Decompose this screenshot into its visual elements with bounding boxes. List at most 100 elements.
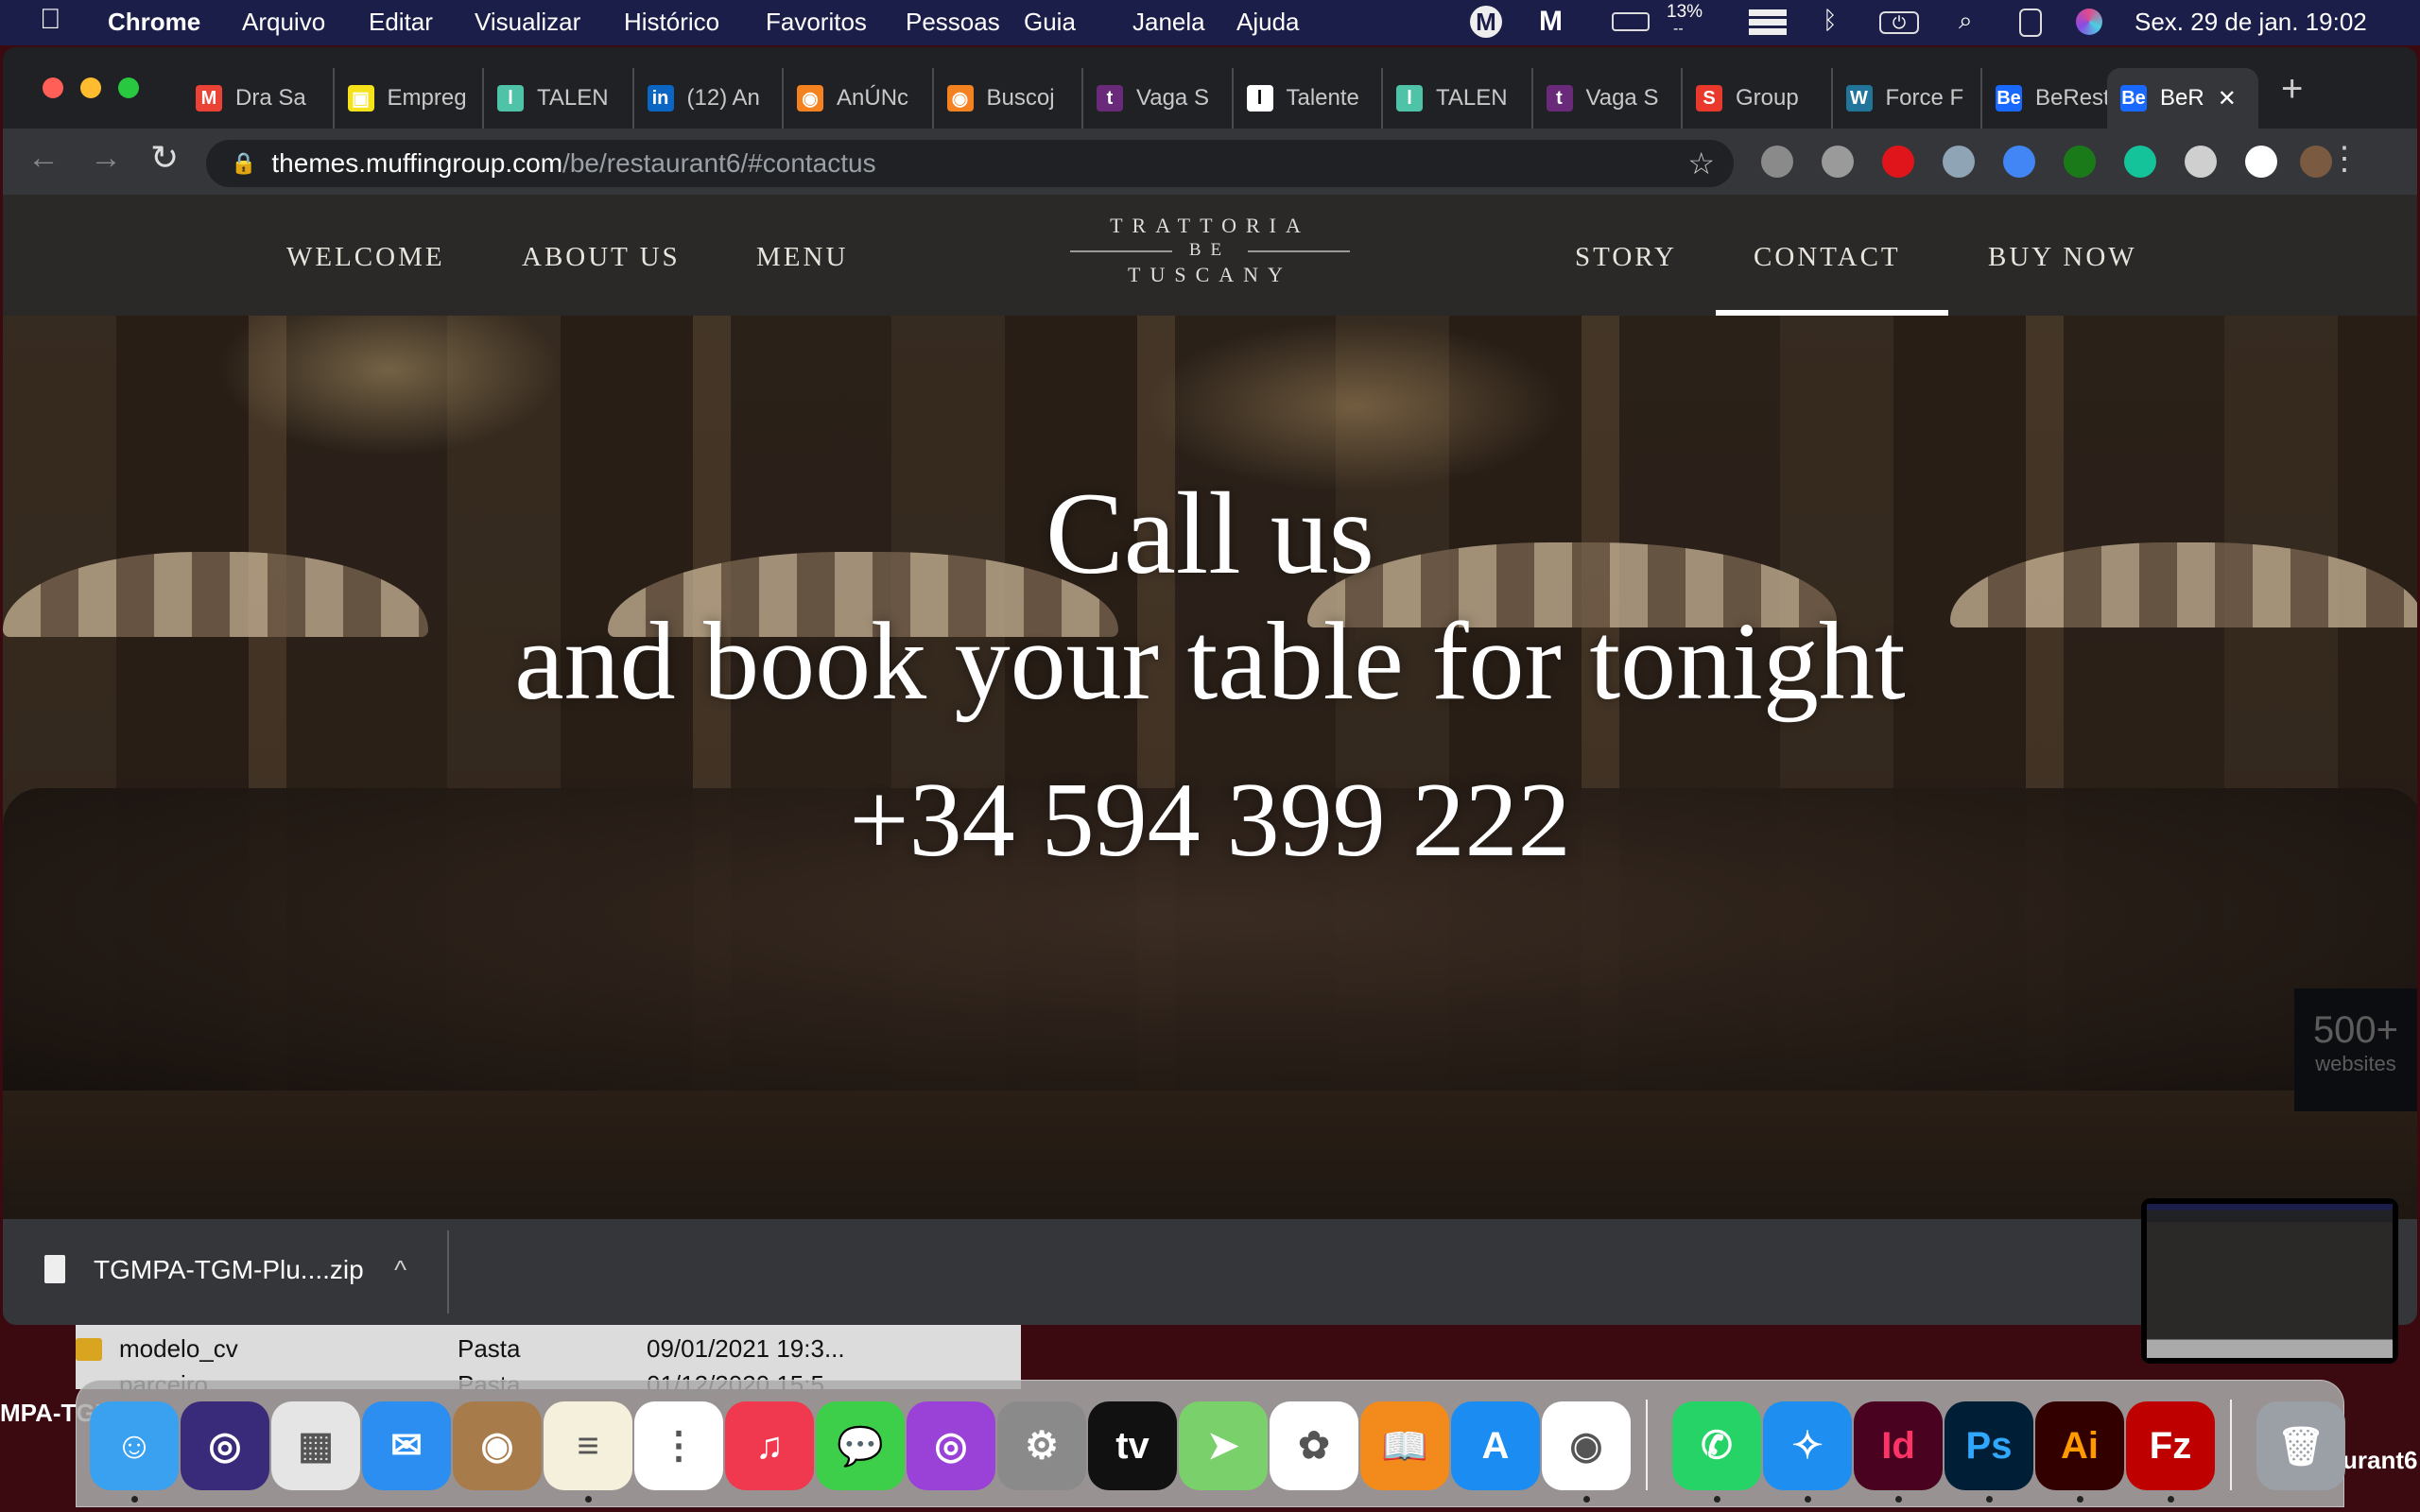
- finder-icon[interactable]: ☺: [90, 1401, 179, 1490]
- reminders-icon[interactable]: ⋮: [634, 1401, 723, 1490]
- hero-phone[interactable]: +34 594 399 222: [3, 760, 2417, 882]
- music-icon[interactable]: ♫: [725, 1401, 814, 1490]
- nav-contact[interactable]: CONTACT: [1754, 242, 1901, 273]
- menu-visualizar[interactable]: Visualizar: [475, 8, 580, 37]
- malwarebytes-icon[interactable]: M: [1539, 6, 1563, 38]
- indesign-icon[interactable]: Id: [1854, 1401, 1943, 1490]
- menu-janela[interactable]: Janela: [1132, 8, 1205, 37]
- whatsapp-icon[interactable]: ✆: [1672, 1401, 1761, 1490]
- menu-chrome[interactable]: Chrome: [108, 8, 200, 37]
- siri-icon[interactable]: ◎: [181, 1401, 269, 1490]
- maps-icon[interactable]: ➤: [1179, 1401, 1268, 1490]
- illustrator-icon[interactable]: Ai: [2035, 1401, 2124, 1490]
- google-translate-icon[interactable]: [2003, 146, 2035, 178]
- bluetooth-icon[interactable]: ᛒ: [1823, 6, 1838, 35]
- websites-badge[interactable]: 500+ websites: [2294, 988, 2417, 1111]
- badge-label: websites: [2315, 1052, 2396, 1075]
- bookmark-star-icon[interactable]: ☆: [1687, 146, 1715, 181]
- chrome-icon[interactable]: ◉: [1542, 1401, 1631, 1490]
- control-center-icon[interactable]: [2019, 9, 2042, 37]
- mail-icon[interactable]: ✉: [362, 1401, 451, 1490]
- download-filename[interactable]: TGMPA-TGM-Plu....zip: [94, 1255, 364, 1285]
- finder-row-name[interactable]: modelo_cv: [119, 1334, 238, 1364]
- screenshot-preview-thumbnail[interactable]: [2141, 1198, 2398, 1364]
- menu-arquivo[interactable]: Arquivo: [242, 8, 325, 37]
- talent-icon: l: [1396, 85, 1423, 112]
- funnel-icon[interactable]: [1761, 146, 1793, 178]
- browser-tab[interactable]: ◉ AnÚNc: [782, 68, 931, 129]
- messages-icon[interactable]: 💬: [816, 1401, 905, 1490]
- browser-tab[interactable]: l Talente: [1231, 68, 1381, 129]
- browser-tab[interactable]: t Vaga S: [1530, 68, 1681, 129]
- siri-icon[interactable]: [2076, 9, 2102, 35]
- new-tab-button[interactable]: +: [2281, 68, 2303, 111]
- clock[interactable]: Sex. 29 de jan. 19:02: [2135, 8, 2367, 37]
- puzzle-icon[interactable]: [2245, 146, 2277, 178]
- minimize-window-button[interactable]: [80, 77, 101, 98]
- browser-tab[interactable]: S Group: [1681, 68, 1830, 129]
- notes-icon[interactable]: ≡: [544, 1401, 632, 1490]
- app-store-icon[interactable]: A: [1451, 1401, 1540, 1490]
- balls-icon[interactable]: [2185, 146, 2217, 178]
- browser-tab[interactable]: t Vaga S: [1081, 68, 1231, 129]
- orange-ring-icon: ◉: [797, 85, 823, 112]
- back-button[interactable]: ←: [27, 140, 60, 177]
- site-logo[interactable]: TRATTORIA BE TUSCANY: [1068, 214, 1352, 287]
- spotlight-icon[interactable]: ⌕: [1959, 6, 1973, 36]
- nav-menu[interactable]: MENU: [756, 242, 848, 273]
- nav-buy-now[interactable]: BUY NOW: [1988, 242, 2137, 273]
- browser-tab[interactable]: in (12) An: [631, 68, 782, 129]
- address-bar[interactable]: 🔒 themes.muffingroup.com/be/restaurant6/…: [206, 140, 1734, 187]
- browser-tab[interactable]: Be BeR ✕: [2107, 68, 2258, 129]
- menu-favoritos[interactable]: Favoritos: [766, 8, 867, 37]
- apple-tv-icon[interactable]: tv: [1088, 1401, 1177, 1490]
- battery-time: --: [1673, 21, 1684, 37]
- green-download-icon[interactable]: [2064, 146, 2096, 178]
- menu-guia[interactable]: Guia: [1024, 8, 1076, 37]
- download-arrow-icon[interactable]: [1943, 146, 1975, 178]
- battery-icon[interactable]: [1612, 12, 1650, 31]
- browser-tab[interactable]: l TALEN: [1381, 68, 1530, 129]
- chrome-menu-icon[interactable]: ⋮: [2328, 140, 2360, 178]
- browser-tab[interactable]: ▣ Empreg: [332, 68, 482, 129]
- lock-icon[interactable]: 🔒: [231, 151, 256, 176]
- photos-icon[interactable]: ✿: [1270, 1401, 1358, 1490]
- reload-button[interactable]: ↻: [150, 138, 179, 178]
- podcasts-icon[interactable]: ◎: [907, 1401, 995, 1490]
- zoom-window-button[interactable]: [118, 77, 139, 98]
- forward-button[interactable]: →: [90, 140, 122, 177]
- browser-tab[interactable]: l TALEN: [482, 68, 631, 129]
- avatar[interactable]: [2300, 146, 2332, 178]
- safari-icon[interactable]: ✧: [1763, 1401, 1852, 1490]
- grammarly-icon[interactable]: [2124, 146, 2156, 178]
- menu-histórico[interactable]: Histórico: [624, 8, 719, 37]
- contacts-icon[interactable]: ◉: [453, 1401, 542, 1490]
- shield-icon[interactable]: [1822, 146, 1854, 178]
- adblock-icon[interactable]: [1882, 146, 1914, 178]
- books-icon[interactable]: 📖: [1360, 1401, 1449, 1490]
- trash-icon[interactable]: 🗑: [2256, 1401, 2345, 1490]
- photoshop-icon[interactable]: Ps: [1945, 1401, 2033, 1490]
- menu-pessoas[interactable]: Pessoas: [906, 8, 1000, 37]
- browser-tab[interactable]: M Dra Sa: [182, 68, 332, 129]
- filezilla-icon[interactable]: Fz: [2126, 1401, 2215, 1490]
- logo-line-1: TRATTORIA: [1110, 214, 1310, 237]
- close-window-button[interactable]: [43, 77, 63, 98]
- close-tab-icon[interactable]: ✕: [2218, 85, 2237, 112]
- apple-menu-icon[interactable]: : [40, 4, 61, 36]
- browser-tab[interactable]: ◉ Buscoj: [931, 68, 1081, 129]
- menu-editar[interactable]: Editar: [369, 8, 433, 37]
- launchpad-icon[interactable]: ▦: [271, 1401, 360, 1490]
- power-icon[interactable]: ⏻: [1879, 11, 1919, 34]
- download-options-chevron[interactable]: ^: [394, 1255, 406, 1285]
- browser-tab[interactable]: W Force F: [1830, 68, 1980, 129]
- system-preferences-icon[interactable]: ⚙: [997, 1401, 1086, 1490]
- menu-ajuda[interactable]: Ajuda: [1236, 8, 1300, 37]
- nav-story[interactable]: STORY: [1575, 242, 1677, 273]
- mega-icon[interactable]: M: [1470, 6, 1502, 38]
- desktop-file-label[interactable]: urant6: [2342, 1446, 2417, 1475]
- nav-welcome[interactable]: WELCOME: [286, 242, 445, 273]
- tab-title: Group: [1736, 85, 1799, 111]
- nav-about-us[interactable]: ABOUT US: [522, 242, 681, 273]
- dropzone-icon[interactable]: [1749, 9, 1787, 36]
